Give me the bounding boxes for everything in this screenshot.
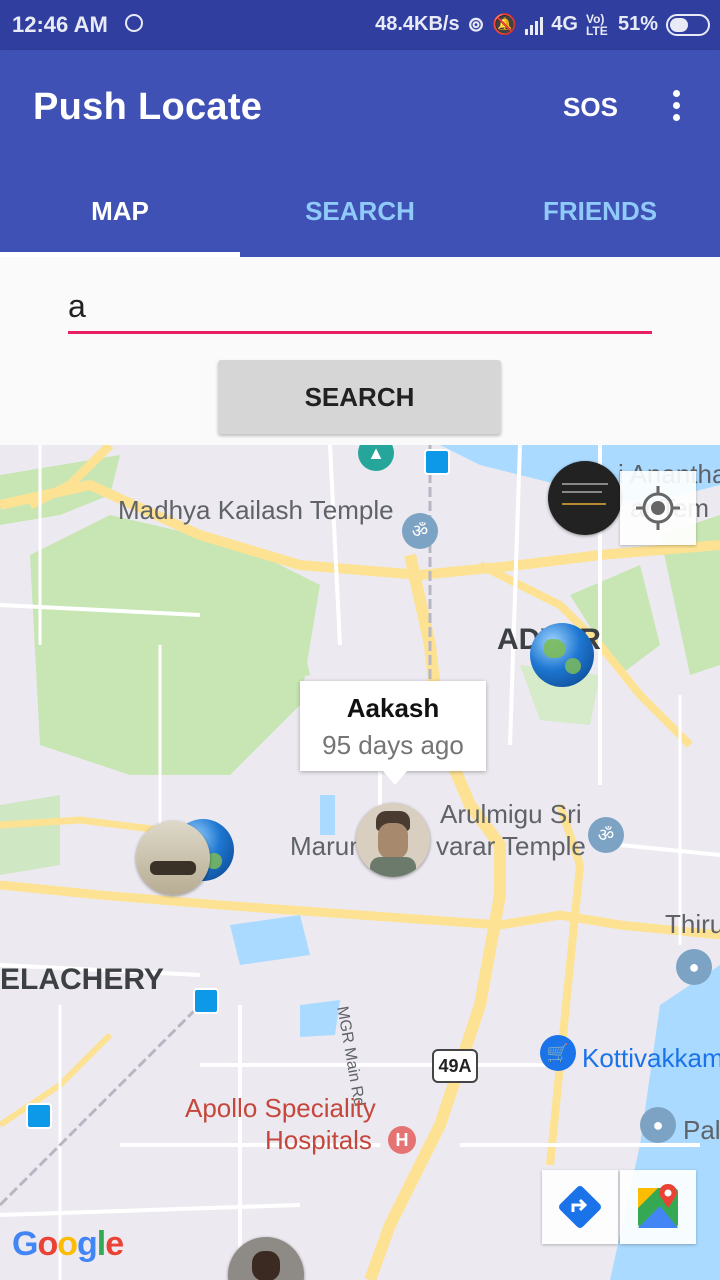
info-window-name: Aakash (346, 693, 440, 723)
search-button[interactable]: SEARCH (218, 360, 501, 434)
sos-button[interactable]: SOS (563, 92, 618, 123)
location-pin-icon[interactable]: ● (640, 1107, 676, 1143)
location-pin-icon[interactable]: ● (676, 949, 712, 985)
tab-search[interactable]: SEARCH (240, 180, 480, 257)
map-label-pal: Pal (683, 1115, 720, 1145)
directions-icon (559, 1186, 601, 1228)
transit-icon (26, 1103, 52, 1129)
status-right: 48.4KB/s ⊚ 🔕 4G Vo) LTE 51% (375, 12, 710, 37)
open-in-maps-button[interactable] (620, 1170, 696, 1244)
tab-friends[interactable]: FRIENDS (480, 180, 720, 257)
globe-marker-icon[interactable] (530, 623, 594, 687)
map-label-arulmigu: Arulmigu Sri (440, 799, 582, 829)
friend-avatar-marker-aakash[interactable] (356, 803, 430, 877)
directions-button[interactable] (542, 1170, 618, 1244)
map-label-kottivakkam: Kottivakkam (582, 1043, 720, 1073)
app-title: Push Locate (33, 86, 263, 128)
temple-pin-icon[interactable]: ॐ (402, 513, 438, 549)
friend-avatar-marker[interactable] (136, 821, 210, 895)
map-label-madhya-kailash: Madhya Kailash Temple (118, 495, 394, 525)
map-label-thiru: Thiru (665, 909, 720, 939)
friend-avatar-marker[interactable] (548, 461, 622, 535)
map-label-apollo: Apollo Speciality (185, 1093, 376, 1123)
browser-notification-icon (125, 14, 143, 32)
app-bar: Push Locate SOS MAP SEARCH FRIENDS (0, 50, 720, 257)
shopping-pin-icon[interactable]: 🛒 (540, 1035, 576, 1071)
search-input[interactable] (68, 281, 652, 334)
highway-shield: 49A (432, 1049, 478, 1083)
map-label-temple: varar Temple (436, 831, 586, 861)
signal-icon (525, 15, 544, 35)
network-speed: 48.4KB/s (375, 13, 460, 35)
my-location-icon (636, 486, 680, 530)
map-label-hospitals: Hospitals (265, 1125, 372, 1155)
google-maps-icon (638, 1184, 678, 1228)
transit-icon (424, 449, 450, 475)
tab-map[interactable]: MAP (0, 180, 240, 257)
google-logo: Google (12, 1225, 124, 1263)
map-label-velachery: ELACHERY (0, 963, 164, 996)
status-time: 12:46 AM (12, 12, 108, 37)
battery-icon (666, 13, 710, 36)
tab-bar: MAP SEARCH FRIENDS (0, 180, 720, 257)
info-window-last-seen: 95 days ago (322, 730, 464, 760)
battery-percent: 51% (617, 13, 658, 35)
overflow-menu-icon[interactable] (668, 90, 684, 126)
my-location-button[interactable] (620, 471, 696, 545)
volte-icon: Vo) LTE (585, 11, 608, 38)
status-bar: 12:46 AM 48.4KB/s ⊚ 🔕 4G Vo) LTE 51% (0, 0, 720, 50)
map-view[interactable]: Madhya Kailash Temple i Anantha ar Tem A… (0, 445, 720, 1280)
network-type: 4G (551, 13, 578, 35)
hotspot-icon: ⊚ (467, 14, 485, 36)
temple-pin-icon[interactable]: ॐ (588, 817, 624, 853)
transit-icon (193, 988, 219, 1014)
hospital-pin-icon[interactable]: H (388, 1126, 416, 1154)
map-label-marun: Marun (290, 831, 364, 861)
mute-icon: 🔕 (492, 14, 518, 36)
marker-info-window[interactable]: Aakash 95 days ago (300, 681, 486, 785)
search-panel: SEARCH (0, 257, 720, 445)
